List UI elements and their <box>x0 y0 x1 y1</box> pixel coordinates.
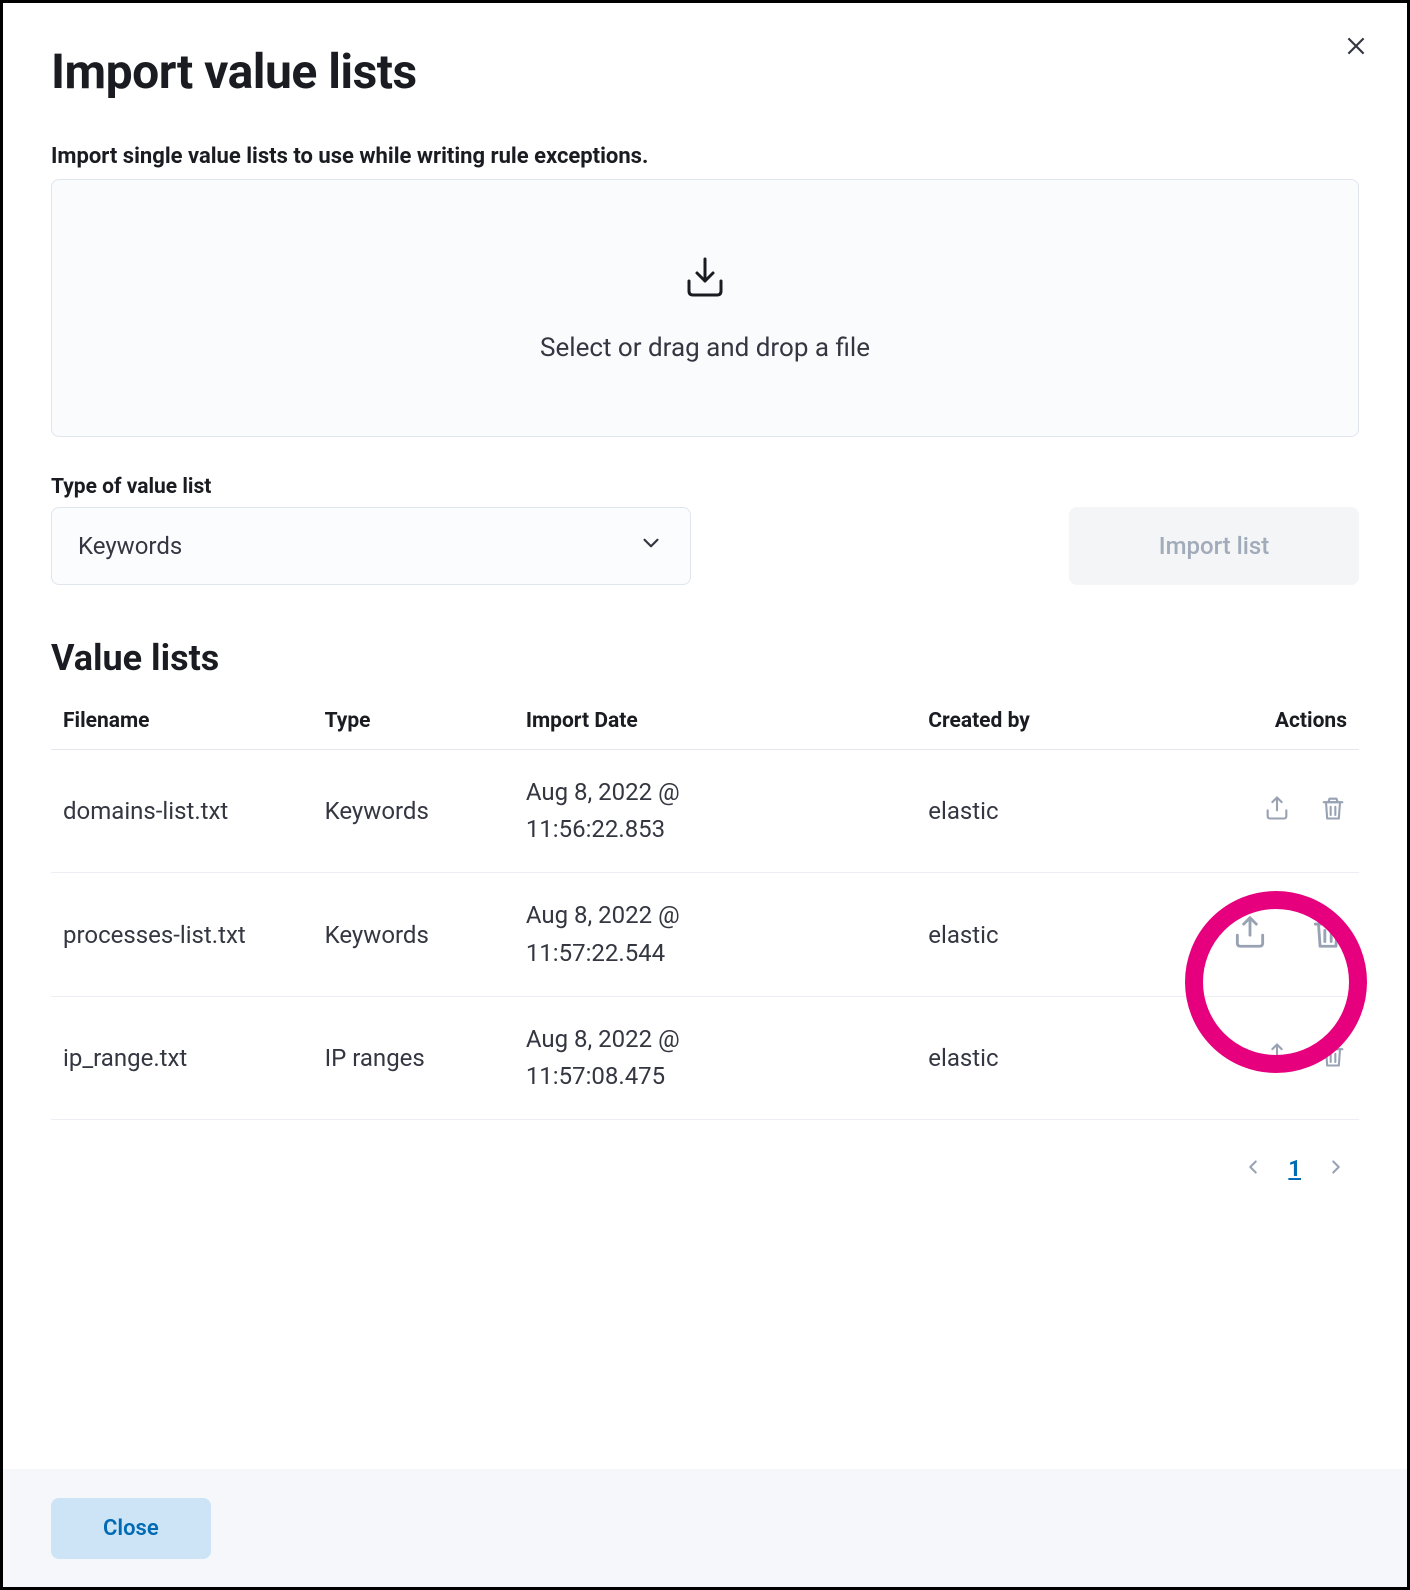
col-header-created-by: Created by <box>916 695 1178 750</box>
cell-date: Aug 8, 2022 @11:57:08.475 <box>514 996 916 1119</box>
cell-actions <box>1178 873 1359 996</box>
import-icon <box>681 253 729 305</box>
export-icon[interactable] <box>1231 913 1269 951</box>
cell-filename: ip_range.txt <box>51 996 313 1119</box>
col-header-actions: Actions <box>1178 695 1359 750</box>
col-header-type: Type <box>313 695 514 750</box>
page-title: Import value lists <box>51 43 1359 100</box>
next-page-icon[interactable] <box>1325 1156 1347 1182</box>
page-subtitle: Import single value lists to use while w… <box>51 144 1359 169</box>
col-header-filename: Filename <box>51 695 313 750</box>
cell-type: Keywords <box>313 750 514 873</box>
cell-actions <box>1178 750 1359 873</box>
chevron-down-icon <box>638 530 664 562</box>
cell-type: Keywords <box>313 873 514 996</box>
value-lists-heading: Value lists <box>51 637 1359 679</box>
file-dropzone[interactable]: Select or drag and drop a file <box>51 179 1359 437</box>
cell-actions <box>1178 996 1359 1119</box>
cell-filename: domains-list.txt <box>51 750 313 873</box>
type-select[interactable]: Keywords <box>51 507 691 585</box>
cell-date: Aug 8, 2022 @11:57:22.544 <box>514 873 916 996</box>
pagination: 1 <box>51 1120 1359 1182</box>
col-header-import-date: Import Date <box>514 695 916 750</box>
cell-created-by: elastic <box>916 750 1178 873</box>
delete-icon[interactable] <box>1319 1041 1347 1069</box>
value-lists-table: Filename Type Import Date Created by Act… <box>51 695 1359 1120</box>
import-list-button[interactable]: Import list <box>1069 507 1359 585</box>
dropzone-label: Select or drag and drop a file <box>540 333 870 363</box>
type-select-label: Type of value list <box>51 475 691 499</box>
delete-icon[interactable] <box>1309 913 1347 951</box>
cell-type: IP ranges <box>313 996 514 1119</box>
table-row: domains-list.txt Keywords Aug 8, 2022 @1… <box>51 750 1359 873</box>
page-number[interactable]: 1 <box>1288 1157 1301 1182</box>
modal-footer: Close <box>3 1469 1407 1587</box>
cell-filename: processes-list.txt <box>51 873 313 996</box>
cell-date: Aug 8, 2022 @11:56:22.853 <box>514 750 916 873</box>
type-select-value: Keywords <box>78 532 182 560</box>
cell-created-by: elastic <box>916 996 1178 1119</box>
table-row: processes-list.txt Keywords Aug 8, 2022 … <box>51 873 1359 996</box>
export-icon[interactable] <box>1263 794 1291 822</box>
cell-created-by: elastic <box>916 873 1178 996</box>
close-button[interactable]: Close <box>51 1498 211 1559</box>
close-icon[interactable] <box>1343 33 1369 63</box>
prev-page-icon[interactable] <box>1242 1156 1264 1182</box>
table-row: ip_range.txt IP ranges Aug 8, 2022 @11:5… <box>51 996 1359 1119</box>
export-icon[interactable] <box>1263 1041 1291 1069</box>
delete-icon[interactable] <box>1319 794 1347 822</box>
